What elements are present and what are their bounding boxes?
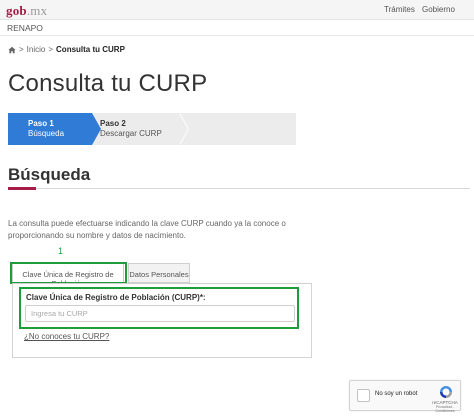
curp-input[interactable]: [25, 305, 295, 322]
agency-title[interactable]: RENAPO: [7, 23, 43, 33]
home-icon[interactable]: [8, 46, 16, 54]
recaptcha-logo-icon: [440, 386, 452, 398]
intro-text: La consulta puede efectuarse indicando l…: [8, 219, 286, 240]
breadcrumb-current: Consulta tu CURP: [56, 45, 125, 54]
curp-field-label: Clave Única de Registro de Población (CU…: [26, 293, 206, 302]
section-title: Búsqueda: [8, 165, 91, 184]
recaptcha-label: No soy un robot: [375, 391, 418, 397]
forgot-curp-link[interactable]: ¿No conoces tu CURP?: [24, 332, 109, 341]
nav-link-tramites[interactable]: Trámites: [384, 5, 415, 14]
breadcrumb-home[interactable]: Inicio: [27, 45, 46, 54]
section-divider-accent: [8, 187, 36, 190]
breadcrumb: > Inicio > Consulta tu CURP: [8, 45, 125, 54]
step-2-arrow: [179, 113, 188, 145]
tab-datos-personales[interactable]: Datos Personales: [128, 263, 190, 283]
sub-header: RENAPO: [0, 20, 474, 36]
tab-highlight-box: [10, 262, 127, 284]
gob-mx-logo[interactable]: gob.mx: [6, 3, 47, 19]
recaptcha-terms[interactable]: Privacidad - Condiciones: [428, 405, 462, 413]
progress-steps: Paso 1 Búsqueda Paso 2 Descargar CURP: [8, 113, 296, 145]
recaptcha-widget: No soy un robot reCAPTCHA Privacidad - C…: [349, 380, 462, 413]
logo-suffix: mx: [30, 3, 48, 18]
step-1-number: Paso 1: [28, 119, 54, 128]
page-title: Consulta tu CURP: [8, 70, 208, 97]
top-navbar: gob.mx Trámites Gobierno: [0, 0, 474, 20]
step-2-number: Paso 2: [100, 119, 126, 128]
step-2-label: Descargar CURP: [100, 129, 162, 138]
breadcrumb-separator: >: [19, 45, 24, 54]
breadcrumb-separator: >: [48, 45, 54, 54]
nav-link-gobierno[interactable]: Gobierno: [422, 5, 455, 14]
annotation-marker: 1: [58, 246, 64, 256]
step-1: Paso 1 Búsqueda: [8, 113, 92, 145]
recaptcha-checkbox[interactable]: [357, 389, 370, 402]
section-divider: [8, 188, 470, 189]
logo-main: gob: [6, 3, 27, 18]
step-1-label: Búsqueda: [28, 129, 65, 138]
